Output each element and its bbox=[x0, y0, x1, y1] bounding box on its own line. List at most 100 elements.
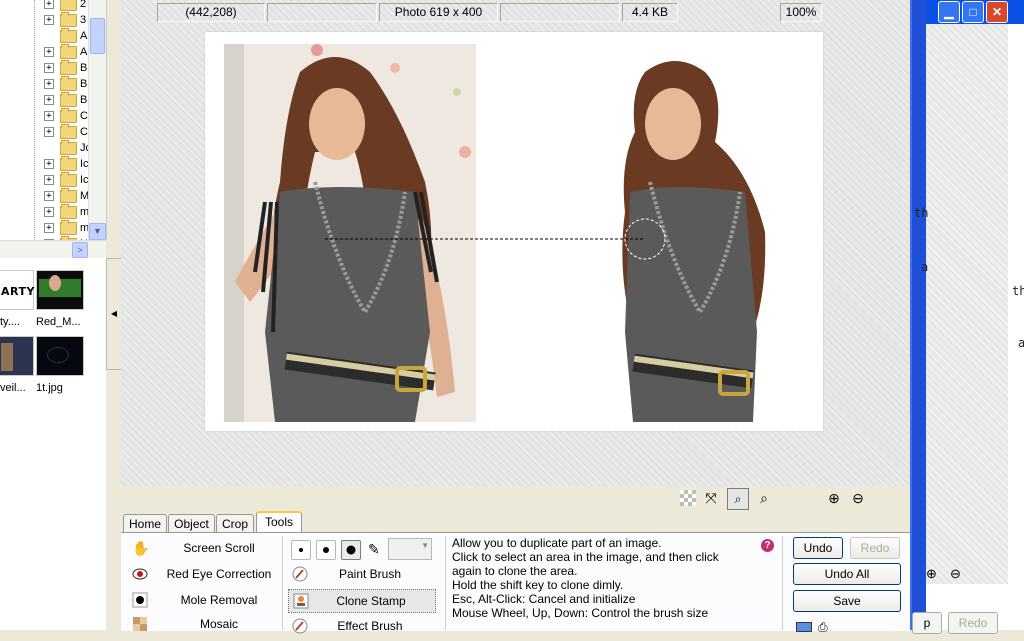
close-icon[interactable]: ✕ bbox=[986, 1, 1008, 23]
folder-icon bbox=[60, 188, 77, 203]
maximize-icon[interactable]: □ bbox=[962, 1, 984, 23]
thumbnail-caption: 1t.jpg bbox=[36, 382, 63, 394]
actual-size-icon[interactable]: ⌕ bbox=[727, 488, 749, 510]
description-line: Esc, Alt-Click: Cancel and initialize bbox=[452, 592, 636, 606]
tab-crop[interactable]: Crop bbox=[216, 514, 254, 533]
description-line: Click to select an area in the image, an… bbox=[452, 550, 719, 564]
tool-label: Mole Removal bbox=[180, 593, 258, 607]
color-picker-dropdown[interactable]: ▼ bbox=[388, 538, 432, 560]
photo-canvas[interactable] bbox=[205, 32, 823, 431]
expand-icon[interactable]: + bbox=[44, 111, 54, 121]
thumbnail-image bbox=[49, 275, 61, 291]
divider bbox=[782, 536, 783, 630]
tree-item-label: B bbox=[80, 62, 88, 74]
effect-brush-icon bbox=[292, 618, 308, 634]
mole-icon bbox=[132, 592, 148, 608]
expand-icon[interactable]: + bbox=[44, 191, 54, 201]
tab-object[interactable]: Object bbox=[168, 514, 215, 533]
brush-label: Paint Brush bbox=[338, 567, 402, 581]
thumbnail-caption: Red_M... bbox=[36, 316, 81, 328]
zoom-in-icon[interactable]: ⊕ bbox=[926, 566, 937, 582]
help-icon[interactable]: ? bbox=[761, 539, 774, 552]
brush-size-small[interactable] bbox=[291, 540, 311, 560]
tree-item-label: 3 bbox=[80, 14, 87, 26]
expand-icon[interactable]: + bbox=[44, 127, 54, 137]
background-window-titlebar[interactable]: ▁ □ ✕ bbox=[926, 0, 1024, 24]
status-bar bbox=[121, 486, 910, 510]
tree-scroll-thumb[interactable] bbox=[90, 18, 105, 54]
tree-item-label: A bbox=[80, 46, 88, 58]
folder-icon bbox=[60, 156, 77, 171]
zoom-in-icon[interactable]: ⊕ bbox=[826, 490, 842, 506]
expand-icon[interactable]: + bbox=[44, 207, 54, 217]
brush-label: Effect Brush bbox=[337, 619, 403, 633]
folder-icon bbox=[60, 12, 77, 27]
expand-icon[interactable]: + bbox=[44, 223, 54, 233]
thumbnail-caption: veil... bbox=[0, 382, 26, 394]
photo-size: Photo 619 x 400 bbox=[379, 3, 498, 22]
thumbnail-item[interactable]: ARTY bbox=[0, 270, 34, 310]
tree-item-label: B bbox=[80, 94, 88, 106]
expand-icon[interactable]: + bbox=[44, 159, 54, 169]
tree-item-label: A bbox=[80, 30, 88, 42]
background-window-button[interactable]: p bbox=[912, 612, 942, 634]
undo-button[interactable]: Undo bbox=[793, 537, 843, 559]
scroll-down-arrow-icon[interactable]: ▼ bbox=[89, 223, 106, 240]
thumbnail-item[interactable] bbox=[36, 270, 84, 310]
expand-icon[interactable]: + bbox=[44, 47, 54, 57]
chevron-down-icon: ▼ bbox=[421, 541, 429, 550]
save-button[interactable]: Save bbox=[793, 590, 901, 612]
undo-all-button[interactable]: Undo All bbox=[793, 563, 901, 585]
clone-stamp-icon bbox=[293, 593, 309, 609]
zoom-fit-icon[interactable]: ⌕ bbox=[756, 490, 772, 506]
printer-icon[interactable]: ⎙ bbox=[818, 620, 828, 635]
tab-home[interactable]: Home bbox=[123, 514, 167, 533]
brush-paint-brush[interactable]: Paint Brush bbox=[288, 563, 434, 585]
collapse-sidebar-arrow-icon[interactable]: ◀ bbox=[106, 258, 122, 370]
background-text: a bbox=[1018, 336, 1024, 350]
brush-size-large[interactable] bbox=[341, 540, 361, 560]
zoom-out-icon[interactable]: ⊖ bbox=[850, 490, 866, 506]
divider bbox=[282, 536, 283, 630]
brush-effect-brush[interactable]: Effect Brush bbox=[288, 615, 434, 637]
expand-icon[interactable]: + bbox=[44, 63, 54, 73]
folder-icon bbox=[60, 204, 77, 219]
tree-item-label: 2 bbox=[80, 0, 87, 10]
brush-clone-stamp[interactable]: Clone Stamp bbox=[288, 589, 436, 613]
scroll-right-arrow-icon[interactable]: > bbox=[72, 242, 88, 258]
expand-icon[interactable]: + bbox=[44, 95, 54, 105]
folder-icon bbox=[60, 108, 77, 123]
tree-item-label: B bbox=[80, 78, 88, 90]
folder-icon bbox=[60, 76, 77, 91]
transparency-icon[interactable] bbox=[680, 490, 696, 506]
expand-icon[interactable]: + bbox=[44, 0, 54, 9]
tree-horizontal-scrollbar[interactable] bbox=[0, 240, 106, 259]
fit-icon[interactable]: ⤧ bbox=[703, 490, 719, 506]
brush-label: Clone Stamp bbox=[336, 594, 406, 608]
background-redo-button[interactable]: Redo bbox=[948, 612, 998, 634]
brush-dot-icon bbox=[346, 545, 356, 555]
cursor-coordinates: (442,208) bbox=[157, 3, 265, 22]
minimize-icon[interactable]: ▁ bbox=[938, 1, 960, 23]
expand-icon[interactable]: + bbox=[44, 79, 54, 89]
window-icon[interactable] bbox=[796, 622, 812, 632]
background-text: a bbox=[921, 260, 929, 274]
tool-label: Screen Scroll bbox=[183, 541, 255, 555]
description-line: Mouse Wheel, Up, Down: Control the brush… bbox=[452, 606, 709, 620]
thumbnail-caption: ty.... bbox=[0, 316, 20, 328]
description-line: Hold the shift key to clone dimly. bbox=[452, 578, 624, 592]
eyedropper-icon[interactable]: ✎ bbox=[368, 541, 380, 558]
zoom-out-icon[interactable]: ⊖ bbox=[950, 566, 961, 582]
zoom-level[interactable]: 100% bbox=[780, 3, 822, 22]
brush-size-medium[interactable] bbox=[316, 540, 336, 560]
expand-icon[interactable]: + bbox=[44, 175, 54, 185]
folder-icon bbox=[60, 44, 77, 59]
file-size: 4.4 KB bbox=[622, 3, 678, 22]
photo-image bbox=[224, 44, 766, 422]
background-text: th bbox=[1012, 284, 1024, 298]
thumbnail-item[interactable] bbox=[0, 336, 34, 376]
thumbnail-item[interactable] bbox=[36, 336, 84, 376]
description-line: again to clone the area. bbox=[452, 564, 578, 578]
redo-button[interactable]: Redo bbox=[850, 537, 900, 559]
expand-icon[interactable]: + bbox=[44, 15, 54, 25]
